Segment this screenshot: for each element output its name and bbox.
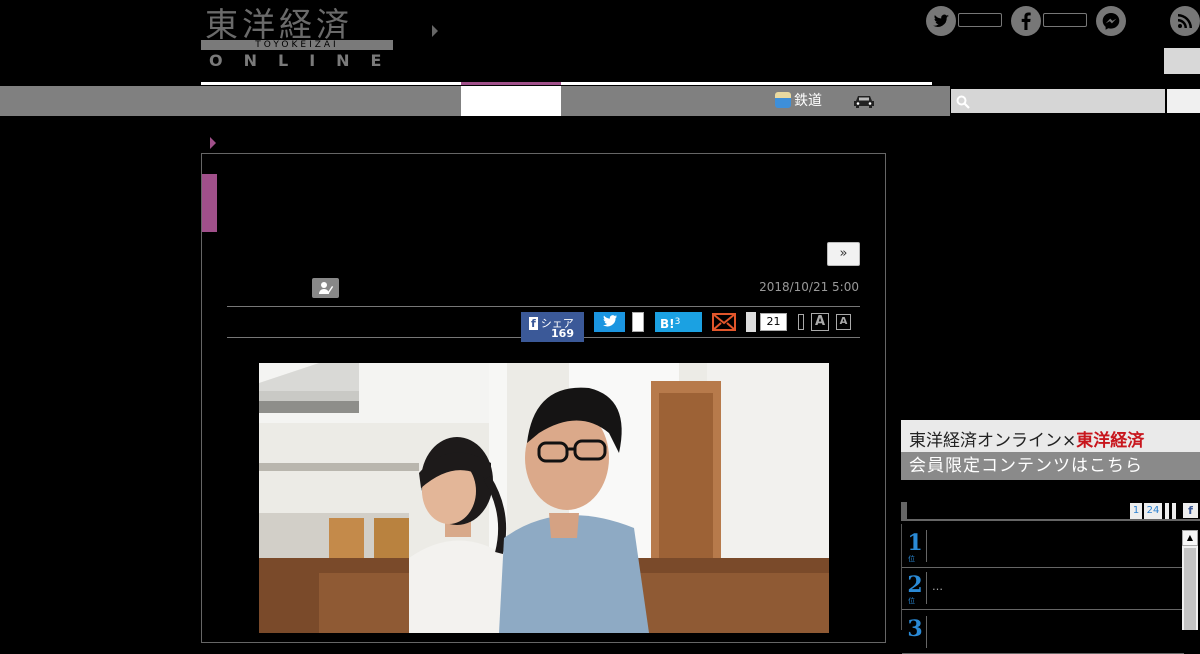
breadcrumb-arrow-icon — [210, 137, 216, 149]
font-size-large-button[interactable]: A — [811, 313, 829, 331]
facebook-like-count — [1043, 13, 1087, 27]
rank-title: … — [932, 580, 943, 593]
ranking-tab-1[interactable]: 1 — [1130, 503, 1142, 519]
login-button[interactable] — [1164, 48, 1200, 74]
hatena-count: 3 — [674, 317, 681, 327]
hatena-label: B! — [660, 317, 675, 331]
premium-banner[interactable]: 東洋経済オンライン×東洋経済 会員限定コンテンツはこちら — [901, 420, 1200, 480]
rss-icon[interactable] — [1170, 6, 1200, 36]
facebook-share-count: 169 — [551, 327, 574, 340]
nav-item-rail[interactable]: 鉄道 — [775, 90, 822, 112]
ranking-item[interactable]: 2 位 … — [902, 566, 1184, 610]
site-logo[interactable]: 東洋経済 TOYOKEIZAI ONLINE — [201, 6, 395, 72]
twitter-share-button[interactable] — [594, 312, 625, 332]
rank-number: 1 — [907, 530, 923, 556]
rank-separator — [926, 530, 927, 562]
search-icon — [956, 94, 970, 109]
rank-separator — [926, 572, 927, 604]
header-arrow-icon[interactable] — [432, 25, 438, 37]
twitter-share-count — [632, 312, 644, 332]
ranking-tab-24[interactable]: 24 — [1144, 503, 1162, 519]
ranking-facebook-icon[interactable]: f — [1183, 503, 1198, 518]
search-button[interactable] — [1167, 89, 1200, 113]
banner-brand: 東洋経済 — [1076, 431, 1145, 451]
ranking-item[interactable]: 3 — [902, 610, 1184, 654]
logo-kanji: 東洋経済 — [205, 5, 353, 44]
ranking-list: 1 位 2 位 … 3 — [901, 524, 1184, 654]
logo-band: TOYOKEIZAI — [201, 40, 393, 50]
rank-separator — [926, 616, 927, 648]
nav-accent-line — [461, 82, 561, 85]
divider — [227, 306, 860, 307]
car-icon[interactable] — [852, 93, 876, 109]
article-photo — [259, 363, 829, 633]
scroll-up-icon[interactable]: ▲ — [1182, 530, 1198, 546]
messenger-icon[interactable] — [1096, 6, 1126, 36]
comment-count: 21 — [760, 313, 787, 331]
ranking-header-mark — [901, 502, 907, 521]
twitter-icon[interactable] — [926, 6, 956, 36]
facebook-icon[interactable] — [1011, 6, 1041, 36]
logo-online: ONLINE — [209, 51, 403, 70]
ranking-tab-week[interactable] — [1165, 503, 1169, 519]
nav-rail-label: 鉄道 — [794, 93, 822, 109]
twitter-follow-count — [958, 13, 1002, 27]
mail-icon[interactable] — [712, 313, 736, 331]
rank-suffix: 位 — [908, 597, 915, 605]
title-accent-bar — [202, 174, 217, 232]
train-icon — [775, 92, 791, 108]
banner-text: 東洋経済オンライン× — [909, 431, 1077, 451]
hatena-bookmark-button[interactable]: B!3 — [655, 312, 702, 332]
ranking-item[interactable]: 1 位 — [902, 524, 1184, 568]
publish-date: 2018/10/21 5:00 — [759, 280, 859, 294]
ranking-tab-month[interactable] — [1172, 503, 1176, 519]
rank-suffix: 位 — [908, 555, 915, 563]
rank-number: 3 — [907, 616, 923, 642]
nav-top-line — [201, 82, 932, 85]
font-size-small-button[interactable]: A — [836, 314, 851, 330]
next-page-button[interactable]: » — [827, 242, 860, 266]
author-icon[interactable] — [312, 278, 339, 298]
search-input[interactable] — [951, 89, 1165, 113]
comment-icon[interactable] — [746, 312, 756, 332]
nav-tab-active[interactable] — [461, 86, 561, 116]
facebook-icon: f — [529, 317, 538, 330]
scroll-thumb[interactable] — [1184, 548, 1196, 630]
banner-subtext: 会員限定コンテンツはこちら — [901, 452, 1200, 480]
rank-number: 2 — [907, 572, 923, 598]
facebook-share-button[interactable]: f シェア 169 — [521, 312, 584, 342]
print-icon[interactable] — [798, 314, 804, 330]
